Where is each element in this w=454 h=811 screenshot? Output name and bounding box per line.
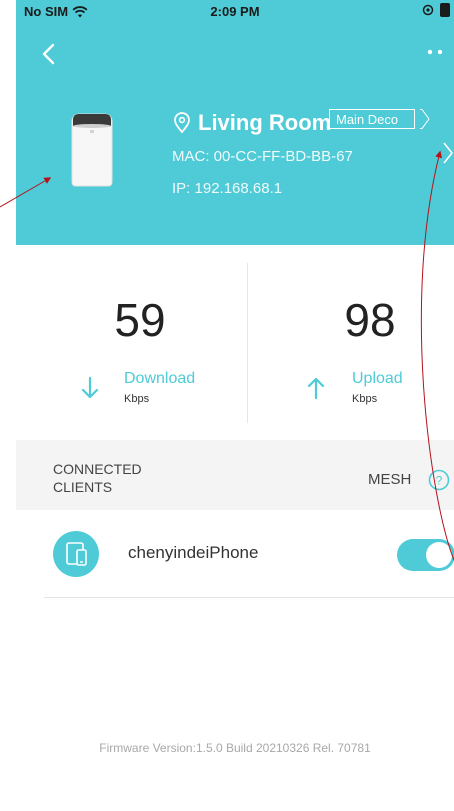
speed-stats: 59 Download Kbps 98 Upload Kbps <box>16 245 454 440</box>
client-device-icon <box>53 531 99 577</box>
client-row[interactable]: chenyindeiPhone <box>16 510 454 598</box>
mac-address: MAC: 00-CC-FF-BD-BB-67 <box>172 148 353 165</box>
phone-tablet-icon <box>66 542 87 566</box>
client-name: chenyindeiPhone <box>128 543 259 562</box>
status-right <box>422 3 450 17</box>
back-chevron-icon[interactable] <box>36 40 64 68</box>
deco-device-image <box>71 113 113 187</box>
status-bar: No SIM 2:09 PM <box>16 0 454 24</box>
client-separator <box>44 597 454 598</box>
battery-icon <box>440 3 450 17</box>
download-speed-value: 59 <box>114 294 166 346</box>
firmware-version: Firmware Version:1.5.0 Build 20210326 Re… <box>99 741 371 755</box>
app-screen: No SIM 2:09 PM Living Room Main Deco MAC… <box>16 0 454 811</box>
main-deco-badge: Main Deco <box>329 109 416 129</box>
chevron-right-icon[interactable] <box>442 140 454 166</box>
upload-speed-value: 98 <box>344 294 396 346</box>
download-unit: Kbps <box>124 393 150 405</box>
status-time: 2:09 PM <box>210 4 260 19</box>
device-header: No SIM 2:09 PM Living Room Main Deco MAC… <box>16 0 454 245</box>
badge-tag-edge <box>420 109 430 129</box>
mesh-label: MESH <box>368 471 412 488</box>
upload-arrow-icon <box>307 377 325 400</box>
location-pin-icon <box>174 112 190 134</box>
upload-unit: Kbps <box>352 393 378 405</box>
download-arrow-icon <box>81 376 99 399</box>
download-label: Download <box>124 370 196 387</box>
more-options-icon[interactable] <box>422 42 450 62</box>
location-name: Living Room <box>198 110 332 135</box>
ip-address: IP: 192.168.68.1 <box>172 180 283 197</box>
clients-section-header: CONNECTED CLIENTS MESH ? <box>16 440 454 510</box>
svg-text:?: ? <box>436 474 443 488</box>
location-services-icon <box>422 4 434 16</box>
toggle-knob <box>426 542 452 568</box>
device-location[interactable]: Living Room <box>172 110 331 136</box>
upload-label: Upload <box>352 370 403 387</box>
client-toggle-switch[interactable] <box>397 539 454 571</box>
connected-clients-title: CONNECTED CLIENTS <box>53 461 142 495</box>
help-icon[interactable]: ? <box>428 469 450 491</box>
